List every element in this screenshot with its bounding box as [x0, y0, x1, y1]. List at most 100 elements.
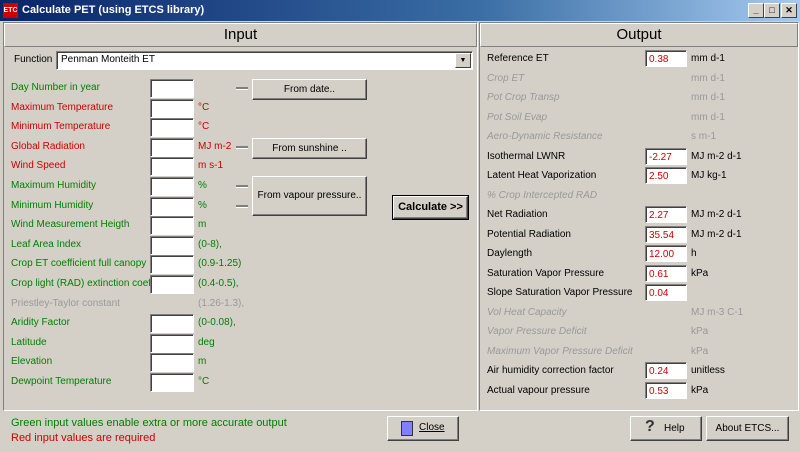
output-unit: mm d-1	[691, 92, 725, 103]
about-button[interactable]: About ETCS...	[706, 416, 789, 441]
close-button-label: Close	[419, 422, 445, 433]
output-label: Net Radiation	[487, 209, 548, 220]
output-unit: MJ m-2 d-1	[691, 228, 742, 240]
output-label: Latent Heat Vaporization	[487, 170, 597, 181]
output-label: Vapor Pressure Deficit	[487, 326, 587, 337]
help-button[interactable]: ? Help	[630, 416, 702, 441]
maximize-button[interactable]: □	[764, 3, 780, 18]
close-button[interactable]: Close	[387, 416, 459, 441]
input-unit: °C	[198, 121, 210, 133]
output-label: Daylength	[487, 248, 533, 259]
output-label: % Crop Intercepted RAD	[487, 189, 598, 201]
output-value: 2.27	[645, 206, 687, 223]
output-value: 12.00	[645, 245, 687, 262]
input-unit: °C	[198, 376, 210, 387]
output-unit: MJ m-2 d-1	[691, 150, 742, 162]
output-unit: unitless	[691, 365, 725, 376]
output-label: Saturation Vapor Pressure	[487, 267, 605, 279]
chevron-down-icon[interactable]: ▼	[455, 53, 471, 68]
input-label: Elevation	[11, 356, 53, 368]
input-unit: %	[198, 180, 207, 191]
input-field[interactable]	[150, 79, 194, 98]
output-label: Vol Heat Capacity	[487, 306, 567, 318]
input-field[interactable]	[150, 137, 194, 157]
input-field[interactable]	[150, 255, 194, 275]
output-label: Isothermal LWNR	[487, 150, 566, 162]
input-field[interactable]	[150, 333, 194, 353]
input-label: Dewpoint Temperature	[11, 376, 112, 387]
input-field[interactable]	[150, 275, 194, 294]
from-vapour-pressure-button[interactable]: From vapour pressure..	[252, 176, 367, 216]
output-label: Actual vapour pressure	[487, 384, 590, 396]
output-unit: h	[691, 248, 697, 259]
output-label: Potential Radiation	[487, 228, 571, 240]
input-field[interactable]	[150, 196, 194, 216]
input-unit: (1.26-1.3),	[198, 297, 245, 309]
output-unit: mm d-1	[691, 53, 725, 64]
output-label: Pot Crop Transp	[487, 92, 560, 103]
indicator-dash	[236, 185, 248, 188]
output-value: 0.24	[645, 362, 687, 379]
close-window-button[interactable]: ✕	[781, 3, 797, 18]
input-field[interactable]	[150, 314, 194, 334]
from-date-button[interactable]: From date..	[252, 79, 367, 100]
output-value: 0.53	[645, 381, 687, 399]
input-unit: (0-8),	[198, 238, 222, 250]
input-label: Wind Measurement Heigth	[11, 219, 130, 231]
door-icon	[401, 421, 413, 436]
input-field[interactable]	[150, 157, 194, 177]
output-value: 2.50	[645, 167, 687, 184]
output-value: 0.04	[645, 284, 687, 301]
input-label: Latitude	[11, 336, 47, 348]
output-value: 0.38	[645, 50, 687, 67]
input-field[interactable]	[150, 216, 194, 236]
output-unit: mm d-1	[691, 72, 725, 84]
input-field[interactable]	[150, 118, 194, 138]
output-unit: MJ m-2 d-1	[691, 209, 742, 220]
indicator-dash	[236, 146, 248, 149]
output-label: Pot Soil Evap	[487, 111, 548, 123]
input-unit: (0.9-1.25)	[198, 258, 242, 270]
input-unit: MJ m-2	[198, 140, 232, 152]
input-field[interactable]	[150, 373, 194, 392]
input-unit: (0-0.08),	[198, 317, 236, 329]
function-select[interactable]: Penman Monteith ET ▼	[56, 51, 473, 70]
input-label: Maximum Humidity	[11, 180, 97, 191]
function-selected: Penman Monteith ET	[61, 54, 155, 65]
input-unit: m	[198, 356, 207, 368]
input-field[interactable]	[150, 177, 194, 196]
input-label: Crop ET coefficient full canopy	[11, 258, 147, 270]
help-button-label: Help	[664, 423, 685, 434]
question-mark-icon: ?	[645, 418, 655, 435]
input-field[interactable]	[150, 98, 194, 118]
input-unit: deg	[198, 336, 215, 348]
output-unit: kPa	[691, 384, 709, 396]
input-label: Global Radiation	[11, 140, 85, 152]
input-unit: °C	[198, 101, 210, 113]
output-label: Aero-Dynamic Resistance	[487, 131, 603, 142]
output-value: -2.27	[645, 147, 687, 165]
minimize-button[interactable]: _	[748, 3, 764, 18]
calculate-button[interactable]: Calculate >>	[392, 195, 469, 220]
output-header: Output	[480, 23, 798, 47]
input-unit: %	[198, 199, 207, 211]
input-field[interactable]	[150, 353, 194, 373]
indicator-dash	[236, 205, 248, 208]
output-label: Maximum Vapor Pressure Deficit	[487, 345, 633, 357]
output-label: Reference ET	[487, 53, 549, 64]
app-icon: ETC	[3, 3, 18, 18]
hint-red-text: Red input values are required	[11, 432, 156, 444]
output-unit: s m-1	[691, 131, 716, 142]
hint-green-text: Green input values enable extra or more …	[11, 417, 287, 429]
input-label: Maximum Temperature	[11, 101, 114, 113]
output-label: Crop ET	[487, 72, 525, 84]
from-sunshine-button[interactable]: From sunshine ..	[252, 138, 367, 159]
output-value: 0.61	[645, 264, 687, 282]
input-field[interactable]	[150, 235, 194, 255]
input-label: Crop light (RAD) extinction coeff	[11, 278, 154, 289]
input-unit: m	[198, 219, 207, 231]
output-unit: MJ m-3 C-1	[691, 306, 744, 318]
input-label: Minimum Temperature	[11, 121, 111, 133]
output-label: Slope Saturation Vapor Pressure	[487, 287, 633, 298]
output-unit: mm d-1	[691, 111, 725, 123]
